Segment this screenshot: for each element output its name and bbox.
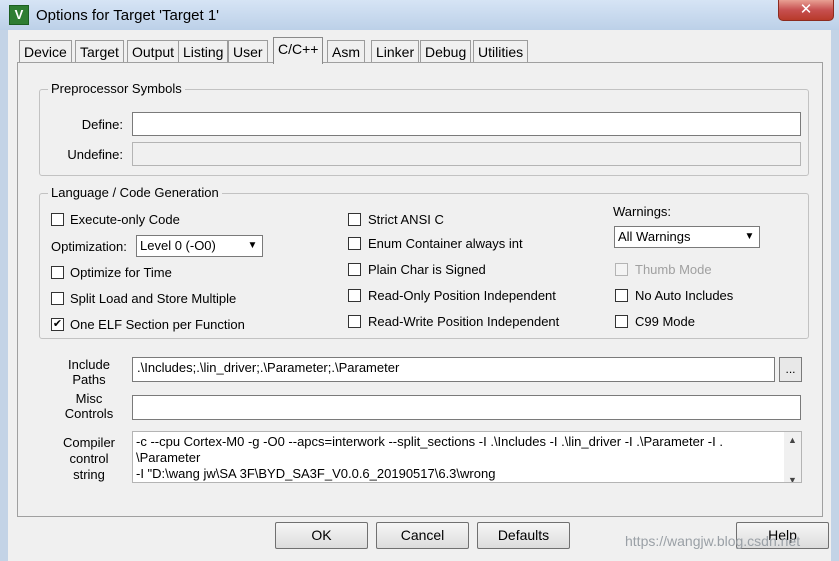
chevron-down-icon: ▼ <box>244 237 261 255</box>
compiler-control-label-line3: string <box>73 467 105 482</box>
defaults-button[interactable]: Defaults <box>477 522 570 549</box>
include-paths-label-line1: Include <box>68 357 110 372</box>
ro-position-checkbox[interactable] <box>348 289 361 302</box>
misc-controls-input[interactable] <box>132 395 801 420</box>
dialog-client: Device Target Output Listing User Asm Li… <box>8 30 831 561</box>
tab-target[interactable]: Target <box>75 40 124 62</box>
split-load-checkbox[interactable] <box>51 292 64 305</box>
misc-controls-label-line2: Controls <box>64 406 114 421</box>
tab-asm[interactable]: Asm <box>327 40 365 62</box>
c99-mode-label: C99 Mode <box>635 314 695 329</box>
ro-position-label: Read-Only Position Independent <box>368 288 556 303</box>
compiler-line-1: -c --cpu Cortex-M0 -g -O0 --apcs=interwo… <box>136 434 723 449</box>
no-auto-includes-label: No Auto Includes <box>635 288 734 303</box>
undefine-label: Undefine: <box>67 147 123 162</box>
include-paths-label-line2: Paths <box>72 372 106 387</box>
execute-only-checkbox[interactable] <box>51 213 64 226</box>
plain-char-checkbox[interactable] <box>348 263 361 276</box>
optimize-time-checkbox[interactable] <box>51 266 64 279</box>
define-label: Define: <box>81 117 123 132</box>
browse-button[interactable]: ... <box>779 357 802 382</box>
tab-cc[interactable]: C/C++ <box>273 37 324 64</box>
tab-debug[interactable]: Debug <box>420 40 472 62</box>
tab-linker[interactable]: Linker <box>371 40 420 62</box>
compiler-control-label-line1: Compiler <box>62 435 115 450</box>
chevron-down-icon: ▼ <box>741 228 758 246</box>
misc-controls-label-line1: Misc <box>75 391 103 406</box>
optimize-time-label: Optimize for Time <box>70 265 172 280</box>
preprocessor-group-label: Preprocessor Symbols <box>48 81 185 96</box>
strict-ansi-checkbox[interactable] <box>348 213 361 226</box>
compiler-scrollbar[interactable]: ▲ ▼ <box>784 432 801 482</box>
rw-position-checkbox[interactable] <box>348 315 361 328</box>
close-button[interactable]: ✕ <box>778 0 834 21</box>
thumb-mode-label: Thumb Mode <box>635 262 712 277</box>
window-title: Options for Target 'Target 1' <box>36 7 220 24</box>
scroll-up-icon[interactable]: ▲ <box>784 432 801 448</box>
tab-utilities[interactable]: Utilities <box>473 40 529 62</box>
one-elf-checkbox[interactable]: ✔ <box>51 318 64 331</box>
cancel-button[interactable]: Cancel <box>376 522 469 549</box>
include-paths-input[interactable]: .\Includes;.\lin_driver;.\Parameter;.\Pa… <box>132 357 775 382</box>
tab-output[interactable]: Output <box>127 40 180 62</box>
compiler-control-label-line2: control <box>69 451 109 466</box>
compiler-line-3: -I "D:\wang jw\SA 3F\BYD_SA3F_V0.0.6_201… <box>136 466 496 481</box>
split-load-label: Split Load and Store Multiple <box>70 291 237 306</box>
check-icon: ✔ <box>52 318 63 330</box>
title-bar[interactable]: V Options for Target 'Target 1' ✕ <box>0 0 839 30</box>
execute-only-label: Execute-only Code <box>70 212 180 227</box>
optimization-select[interactable]: Level 0 (-O0) ▼ <box>136 235 263 257</box>
optimization-label: Optimization: <box>51 239 127 254</box>
optimization-value: Level 0 (-O0) <box>140 238 216 253</box>
strict-ansi-label: Strict ANSI C <box>368 212 444 227</box>
thumb-mode-checkbox[interactable] <box>615 263 628 276</box>
tab-listing[interactable]: Listing <box>178 40 229 62</box>
no-auto-includes-checkbox[interactable] <box>615 289 628 302</box>
compiler-control-label: Compiler control string <box>56 435 122 483</box>
enum-container-label: Enum Container always int <box>368 236 523 251</box>
undefine-input[interactable] <box>132 142 801 166</box>
warnings-label: Warnings: <box>613 204 672 219</box>
compiler-control-string[interactable]: -c --cpu Cortex-M0 -g -O0 --apcs=interwo… <box>132 431 802 483</box>
language-group-label: Language / Code Generation <box>48 185 222 200</box>
rw-position-label: Read-Write Position Independent <box>368 314 560 329</box>
scroll-down-icon[interactable]: ▼ <box>784 472 801 482</box>
tab-user[interactable]: User <box>228 40 268 62</box>
cc-tab-page: Preprocessor Symbols Define: Undefine: L… <box>17 62 823 517</box>
include-paths-label: Include Paths <box>56 357 122 387</box>
watermark: https://wangjw.blog.csdn.net <box>625 533 801 549</box>
warnings-select[interactable]: All Warnings ▼ <box>614 226 760 248</box>
app-icon: V <box>9 5 29 25</box>
misc-controls-label: Misc Controls <box>56 391 122 421</box>
enum-container-checkbox[interactable] <box>348 237 361 250</box>
define-input[interactable] <box>132 112 801 136</box>
warnings-value: All Warnings <box>618 229 691 244</box>
tab-device[interactable]: Device <box>19 40 72 62</box>
c99-mode-checkbox[interactable] <box>615 315 628 328</box>
one-elf-label: One ELF Section per Function <box>70 317 245 332</box>
plain-char-label: Plain Char is Signed <box>368 262 486 277</box>
ok-button[interactable]: OK <box>275 522 368 549</box>
compiler-line-2: \Parameter <box>136 450 201 465</box>
